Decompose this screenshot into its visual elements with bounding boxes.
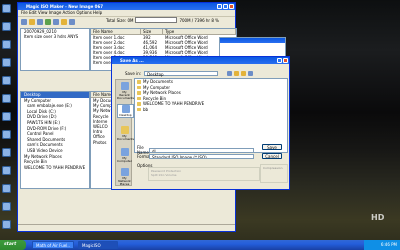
desktop-icon[interactable] [2,184,11,193]
desktop-icon [121,105,130,113]
desktop-icon[interactable] [2,22,11,31]
taskbar-item[interactable]: Math of Air Fuel.. [32,241,74,249]
desktop-icon[interactable] [2,76,11,85]
capacity-label: 700M / 7396 hr 8 % [179,17,219,23]
dialog-file-list: My Documents My Computer My Network Plac… [134,78,288,153]
save-in-row: Save in: Desktop [125,71,219,77]
total-size-label: Total Size: 0M [106,17,134,23]
taskbar-item[interactable]: MagicISO [78,241,118,249]
system-tray: 6:46 PM [364,240,400,250]
close-button[interactable] [229,4,234,9]
save-icon[interactable] [37,18,43,25]
dialog-toolbar [227,71,253,76]
option-split[interactable]: Split Into Volume [151,173,257,177]
place-desktop[interactable]: Desktop [117,104,134,118]
col-size[interactable]: Size [141,29,163,34]
recent-documents-icon [120,82,129,90]
place-label: My Computer [117,156,132,163]
desktop-icons [0,0,14,236]
format-row: Format: Standard ISO Image (*.ISO) [137,154,254,159]
clock: 6:46 PM [380,242,397,247]
col-filename[interactable]: File Name [91,29,141,34]
views-menu-icon[interactable] [248,71,253,76]
hd-watermark: HD [371,213,385,222]
place-my-documents[interactable]: My Documents [117,126,135,141]
my-documents-icon [120,126,129,134]
window-titlebar[interactable]: Magic ISO Maker - New Image 067 [18,3,235,10]
start-button[interactable]: start [0,240,26,250]
tree-item[interactable]: WELCOME TO YAHH PENDRIVE [21,165,89,171]
background-window-titlebar[interactable] [220,38,285,43]
help-button[interactable] [277,58,282,63]
maximize-button[interactable] [223,4,228,9]
desktop-icon[interactable] [2,148,11,157]
save-in-label: Save in: [125,71,142,76]
tree-item[interactable]: Item size over 3 hdrs ANYS [21,34,89,39]
places-bar: My Recent Documents Desktop My Documents… [115,79,135,186]
dialog-titlebar[interactable]: Save As ... [112,57,289,64]
place-label: My Documents [117,134,135,141]
desktop-icon[interactable] [2,166,11,175]
desktop-icon[interactable] [2,40,11,49]
save-button[interactable]: Save [262,144,282,150]
format-label: Format: [137,154,153,159]
compression-group: Compression [260,164,288,183]
my-computer-icon [120,148,129,156]
minimize-button[interactable] [217,4,222,9]
menu-bar[interactable]: File Edit View Image Action Options Help [18,10,235,17]
place-recent[interactable]: My Recent Documents [117,82,135,100]
open-icon[interactable] [29,18,35,25]
cancel-button[interactable]: Cancel [262,153,282,159]
network-places-icon [120,168,129,176]
compression-label: Compression [263,166,283,170]
capacity-bar [135,17,178,23]
dialog-close-button[interactable] [283,58,288,63]
image-tree: 20070929_0210 Item size over 3 hdrs ANYS [20,28,90,71]
place-label: My Network Places [118,176,131,186]
desktop-icon[interactable] [2,130,11,139]
extract-icon[interactable] [53,18,59,25]
desktop-icon[interactable] [2,58,11,67]
properties-icon[interactable] [69,18,75,25]
save-as-dialog: Save As ... Save in: Desktop My Recent D… [111,56,290,190]
new-folder-icon[interactable] [241,71,246,76]
place-label: Desktop [119,113,132,117]
desktop-icon[interactable] [2,220,11,229]
window-title: Magic ISO Maker - New Image 067 [26,4,104,9]
save-in-dropdown[interactable]: Desktop [144,71,219,77]
col-type[interactable]: Type [163,29,236,34]
total-size-area: Total Size: 0M 700M / 7396 hr 8 % [106,17,219,23]
dialog-title: Save As ... [120,58,144,63]
back-icon[interactable] [227,71,232,76]
options-group: Password Protection Split Into Volume [148,167,260,181]
taskbar: start Math of Air Fuel.. MagicISO 6:46 P… [0,240,400,250]
new-icon[interactable] [21,18,27,25]
burn-icon[interactable] [61,18,67,25]
status-bar [18,224,235,231]
list-item[interactable]: bb [135,107,287,113]
filename-input[interactable]: dl [149,147,254,153]
desktop-icon[interactable] [2,112,11,121]
desktop-icon[interactable] [2,94,11,103]
place-my-computer[interactable]: My Computer [117,148,132,163]
local-folder-tree: Desktop My Computer sam embalaje.exe (E:… [20,91,90,189]
desktop-icon[interactable] [2,202,11,211]
up-folder-icon[interactable] [234,71,239,76]
add-files-icon[interactable] [45,18,51,25]
place-network[interactable]: My Network Places [117,168,132,186]
format-dropdown[interactable]: Standard ISO Image (*.ISO) [149,154,254,159]
desktop-icon[interactable] [2,4,11,13]
place-label: My Recent Documents [117,90,135,100]
